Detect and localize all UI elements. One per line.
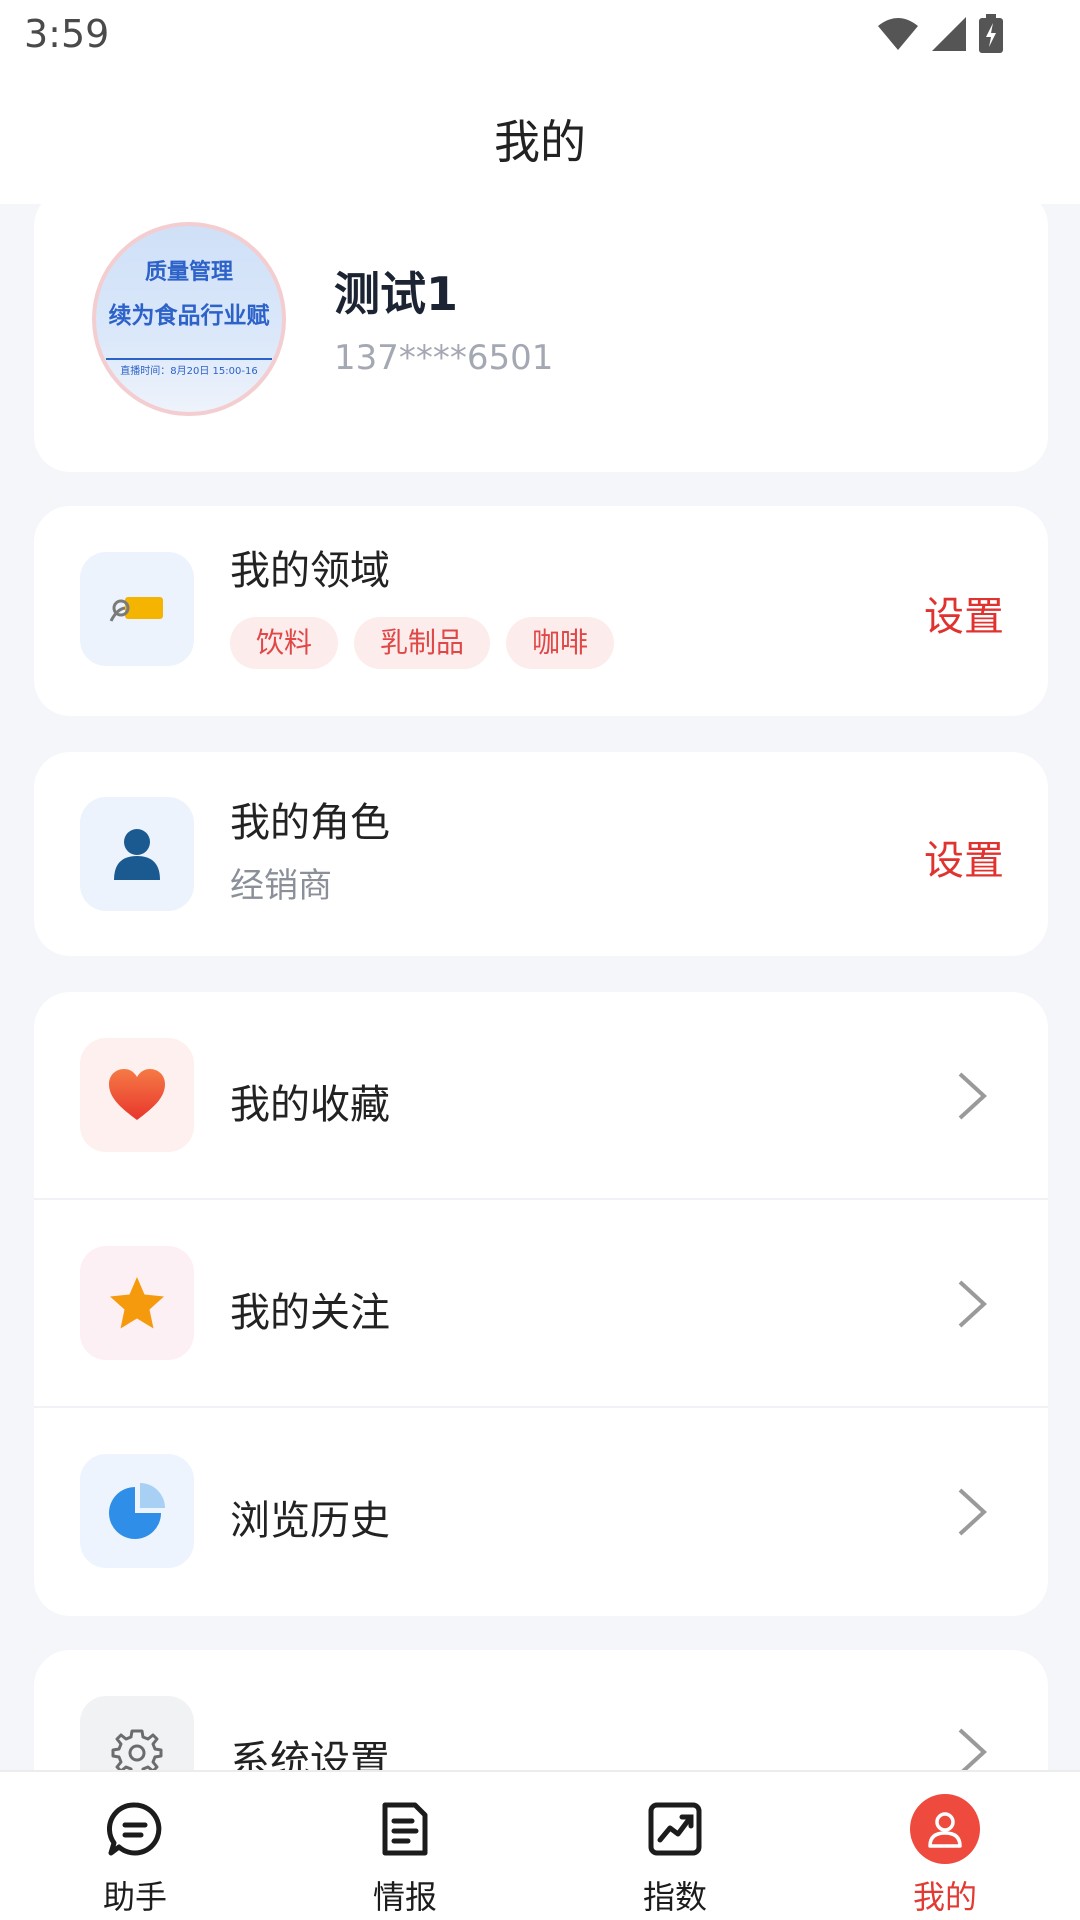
star-icon <box>110 1277 164 1329</box>
domain-tags: 饮料 乳制品 咖啡 <box>230 617 615 669</box>
menu-item-favorites[interactable]: 我的收藏 <box>34 992 1048 1200</box>
domain-tag[interactable]: 饮料 <box>230 617 339 669</box>
menu-item-follows[interactable]: 我的关注 <box>34 1200 1048 1408</box>
tab-label: 助手 <box>102 1878 167 1916</box>
signal-icon <box>932 17 966 51</box>
role-settings-link[interactable]: 设置 <box>924 828 1004 886</box>
status-time: 3:59 <box>24 12 110 56</box>
app-bar: 我的 <box>0 80 1080 204</box>
avatar-text-line3: 直播时间：8月20日 15:00-16 <box>106 358 272 382</box>
tab-intel[interactable]: 情报 <box>270 1772 540 1920</box>
tab-label: 指数 <box>642 1878 707 1916</box>
role-title: 我的角色 <box>230 800 390 846</box>
menu-item-history[interactable]: 浏览历史 <box>34 1408 1048 1616</box>
bottom-tab-bar: 助手 情报 指数 我的 <box>0 1770 1080 1920</box>
tab-label: 情报 <box>372 1878 437 1916</box>
tab-index[interactable]: 指数 <box>540 1772 810 1920</box>
domain-title: 我的领域 <box>230 548 390 594</box>
tab-mine[interactable]: 我的 <box>810 1772 1080 1920</box>
tag-icon <box>109 597 163 622</box>
page-title: 我的 <box>494 115 586 169</box>
chat-icon <box>100 1794 170 1864</box>
user-icon <box>114 829 160 880</box>
tab-assistant[interactable]: 助手 <box>0 1772 270 1920</box>
chevron-right-icon <box>958 1488 987 1536</box>
domain-tag[interactable]: 乳制品 <box>354 617 491 669</box>
status-bar: 3:59 <box>0 0 1080 80</box>
follows-icon-box <box>80 1246 194 1360</box>
tab-label: 我的 <box>912 1878 977 1916</box>
profile-card[interactable]: 质量管理 续为食品行业赋 直播时间：8月20日 15:00-16 测试1 137… <box>34 190 1048 472</box>
user-phone: 137****6501 <box>334 338 554 378</box>
trend-chart-icon <box>640 1794 710 1864</box>
history-icon-box <box>80 1454 194 1568</box>
domain-settings-link[interactable]: 设置 <box>924 584 1004 642</box>
role-value: 经销商 <box>230 866 332 906</box>
menu-item-label: 我的收藏 <box>230 1082 390 1128</box>
pie-chart-icon <box>109 1483 165 1539</box>
role-card: 我的角色 经销商 设置 <box>34 752 1048 956</box>
wifi-icon <box>878 18 918 50</box>
domain-tag[interactable]: 咖啡 <box>506 617 615 669</box>
avatar-text-line1: 质量管理 <box>144 260 233 285</box>
status-icons <box>876 14 1004 54</box>
domain-icon-box <box>80 552 194 666</box>
menu-item-label: 浏览历史 <box>230 1498 390 1544</box>
avatar-text-line2: 续为食品行业赋 <box>108 303 270 329</box>
person-icon <box>910 1794 980 1864</box>
avatar[interactable]: 质量管理 续为食品行业赋 直播时间：8月20日 15:00-16 <box>92 222 286 416</box>
battery-icon <box>979 14 1003 53</box>
domain-card: 我的领域 饮料 乳制品 咖啡 设置 <box>34 506 1048 716</box>
chevron-right-icon <box>958 1072 987 1120</box>
chevron-right-icon <box>958 1280 987 1328</box>
user-name: 测试1 <box>334 267 459 321</box>
role-icon-box <box>80 797 194 911</box>
menu-item-label: 我的关注 <box>230 1290 390 1336</box>
menu-card: 我的收藏 我的关注 浏览历史 <box>34 992 1048 1616</box>
heart-icon <box>109 1069 165 1120</box>
document-icon <box>370 1794 440 1864</box>
favorites-icon-box <box>80 1038 194 1152</box>
